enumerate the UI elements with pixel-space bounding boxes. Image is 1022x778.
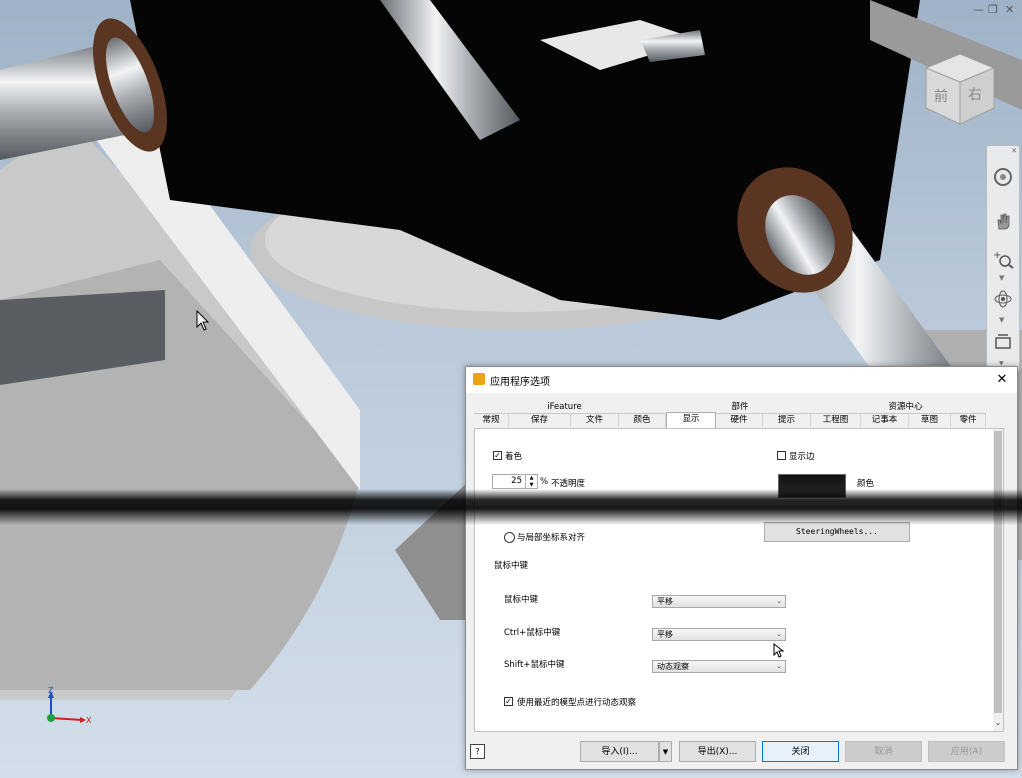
nearest-point-checkbox[interactable]: ✓ — [504, 697, 513, 706]
zoom-dropdown-icon[interactable]: ▼ — [999, 274, 1004, 282]
tab-notebook[interactable]: 记事本 — [861, 414, 909, 427]
navbar-close-icon[interactable]: ✕ — [1011, 147, 1017, 155]
shift-middle-button-value: 动态观察 — [657, 662, 689, 671]
scrollbar-thumb[interactable] — [994, 431, 1002, 713]
tab-drawing[interactable]: 工程图 — [811, 414, 861, 427]
opacity-spinner[interactable]: 25 ▲ ▼ — [492, 474, 538, 489]
spin-up-icon[interactable]: ▲ — [525, 475, 537, 481]
viewcube-right-face[interactable]: 右 — [968, 84, 982, 104]
mouse-section-title: 鼠标中键 — [494, 561, 529, 571]
close-icon[interactable]: ✕ — [1005, 3, 1014, 16]
steering-wheels-button[interactable]: SteeringWheels... — [764, 522, 910, 542]
dialog-title: 应用程序选项 — [490, 377, 550, 388]
tab-file[interactable]: 文件 — [571, 414, 619, 427]
spin-down-icon[interactable]: ▼ — [525, 482, 537, 488]
dialog-footer: ? 导入(I)... ▼ 导出(X)... 关闭 取消 应用(A) — [466, 739, 1017, 769]
chevron-down-icon: ⌄ — [776, 597, 782, 605]
middle-button-select[interactable]: 平移 ⌄ — [652, 595, 786, 608]
chevron-down-icon: ⌄ — [776, 662, 782, 670]
middle-button-label: 鼠标中键 — [504, 595, 539, 605]
show-edges-label: 显示边 — [789, 452, 815, 462]
restore-icon[interactable]: ❐ — [988, 3, 998, 16]
close-button[interactable]: 关闭 — [762, 741, 839, 762]
display-tab-panel: ✓ 着色 显示边 25 ▲ ▼ % 不透明度 颜色 SteeringWheels… — [474, 428, 995, 732]
tab-display[interactable]: 显示 — [666, 412, 716, 428]
application-options-dialog: 应用程序选项 ✕ iFeature 部件 资源中心 常规 保存 文件 颜色 显示… — [465, 366, 1018, 770]
shading-label: 着色 — [505, 452, 523, 462]
navigation-bar: ✕ + ▼ ▼ ▼ — [986, 145, 1020, 372]
tab-sketch[interactable]: 草图 — [909, 414, 951, 427]
import-dropdown-icon[interactable]: ▼ — [659, 741, 672, 762]
steering-wheel-icon[interactable] — [990, 164, 1016, 190]
dialog-close-button[interactable]: ✕ — [993, 370, 1011, 388]
middle-button-value: 平移 — [657, 597, 673, 606]
dialog-titlebar[interactable]: 应用程序选项 ✕ — [466, 367, 1017, 393]
import-button[interactable]: 导入(I)... — [580, 741, 659, 762]
scroll-down-icon[interactable]: ⌄ — [993, 718, 1003, 727]
ctrl-middle-button-value: 平移 — [657, 630, 673, 639]
align-local-label: 与局部坐标系对齐 — [517, 533, 586, 543]
orbit-dropdown-icon[interactable]: ▼ — [999, 316, 1004, 324]
minimize-icon[interactable]: — — [973, 3, 984, 16]
chevron-down-icon: ⌄ — [776, 630, 782, 638]
pan-hand-icon[interactable] — [990, 208, 1016, 234]
tab-group-ifeature: iFeature — [474, 401, 655, 414]
tab-group-content-center: 资源中心 — [825, 401, 986, 414]
cancel-button[interactable]: 取消 — [845, 741, 922, 762]
axis-triad: Z X — [38, 686, 98, 734]
tab-hardware[interactable]: 硬件 — [716, 414, 763, 427]
color-swatch[interactable] — [778, 474, 846, 498]
tab-colors[interactable]: 颜色 — [619, 414, 666, 427]
tab-general[interactable]: 常规 — [474, 414, 509, 427]
shift-middle-button-label: Shift+鼠标中键 — [504, 660, 565, 670]
tab-save[interactable]: 保存 — [509, 414, 571, 427]
tab-strip: iFeature 部件 资源中心 常规 保存 文件 颜色 显示 硬件 提示 工程… — [474, 401, 986, 428]
color-label: 颜色 — [857, 479, 875, 489]
close-icon: ✕ — [996, 371, 1008, 387]
orbit-icon[interactable] — [990, 286, 1016, 312]
opacity-value: 25 — [511, 476, 522, 486]
opacity-unit: % — [540, 477, 549, 487]
nearest-point-label: 使用最近的模型点进行动态观察 — [517, 698, 637, 708]
show-edges-checkbox[interactable] — [777, 451, 786, 460]
mouse-cursor-icon — [196, 310, 210, 331]
shading-checkbox[interactable]: ✓ — [493, 451, 502, 460]
apply-button[interactable]: 应用(A) — [928, 741, 1005, 762]
opacity-label: 不透明度 — [551, 479, 586, 489]
ctrl-middle-button-select[interactable]: 平移 ⌄ — [652, 628, 786, 641]
z-axis-label: Z — [48, 686, 54, 695]
shift-middle-button-select[interactable]: 动态观察 ⌄ — [652, 660, 786, 673]
ctrl-middle-button-label: Ctrl+鼠标中键 — [504, 628, 561, 638]
look-at-icon[interactable] — [990, 328, 1016, 354]
help-button[interactable]: ? — [470, 744, 485, 759]
app-icon — [473, 373, 485, 385]
mouse-cursor-icon — [773, 643, 785, 658]
export-button[interactable]: 导出(X)... — [679, 741, 756, 762]
x-axis-label: X — [86, 716, 92, 725]
tab-prompts[interactable]: 提示 — [763, 414, 811, 427]
align-local-radio[interactable] — [504, 532, 515, 543]
panel-scrollbar[interactable]: ⌄ — [993, 428, 1004, 732]
zoom-icon[interactable]: + — [990, 246, 1016, 272]
tab-part[interactable]: 零件 — [951, 414, 986, 427]
viewcube[interactable]: 前 右 — [922, 50, 998, 126]
viewcube-front-face[interactable]: 前 — [934, 86, 948, 106]
